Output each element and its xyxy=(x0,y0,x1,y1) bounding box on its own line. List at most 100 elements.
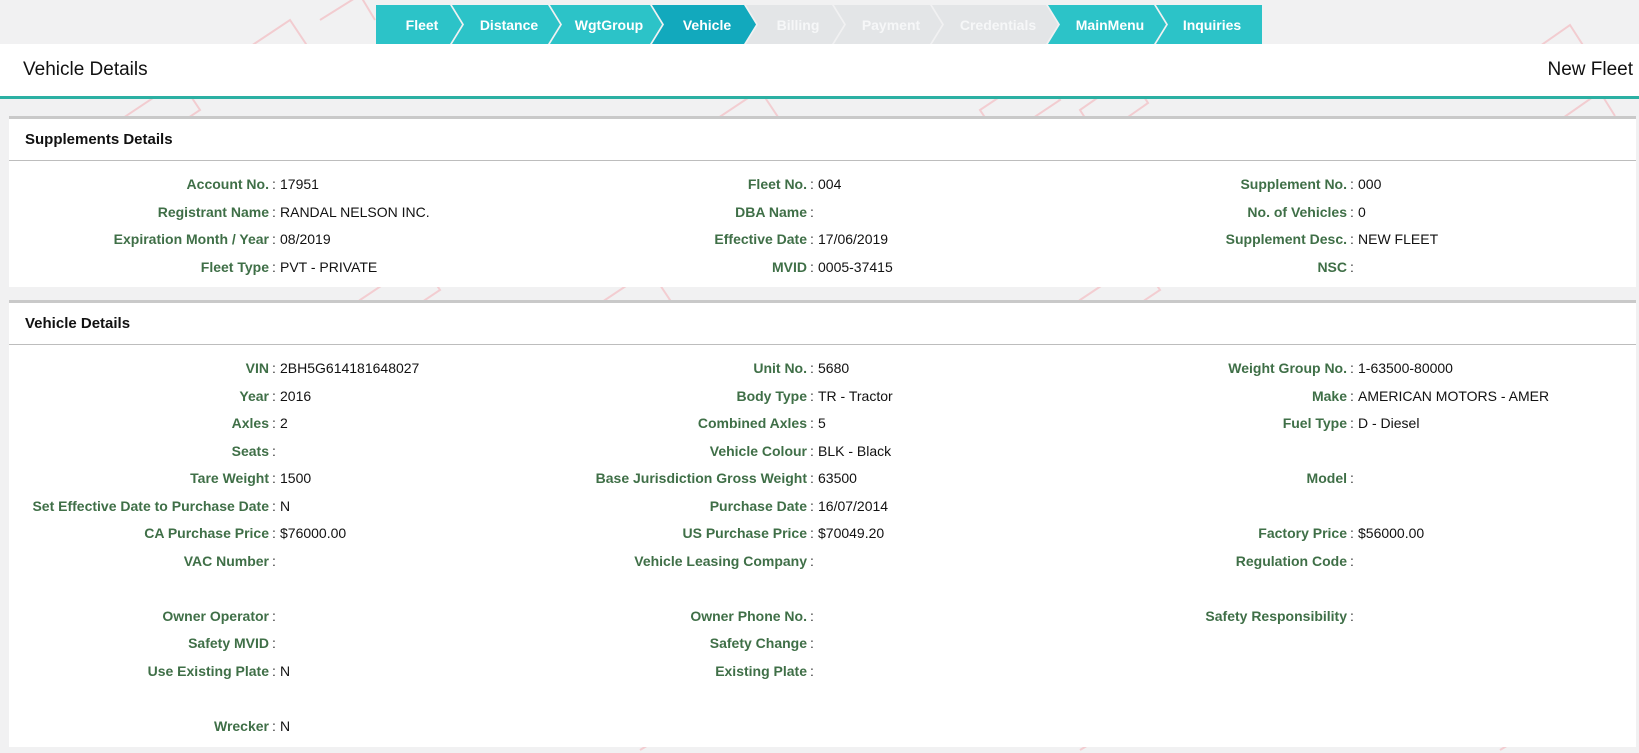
separator: : xyxy=(272,415,276,431)
wizard-step-label: WgtGroup xyxy=(574,16,644,33)
wizard-step-label: Credentials xyxy=(959,16,1037,33)
supplement-no-value: 000 xyxy=(1358,176,1382,192)
page-title: Vehicle Details xyxy=(23,59,148,80)
fleet-no-label: Fleet No. xyxy=(747,176,807,192)
field-row: Expiration Month / Year:08/2019 Effective… xyxy=(9,228,1636,250)
set-effective-date-to-purchase-date-label: Set Effective Date to Purchase Date xyxy=(32,497,269,514)
fuel-type-value: D - Diesel xyxy=(1358,415,1420,431)
page-header: Vehicle Details New Fleet xyxy=(0,44,1639,99)
unit-no-value: 5680 xyxy=(818,360,850,376)
separator: : xyxy=(272,662,276,679)
expiration-month-year-label: Expiration Month / Year xyxy=(113,231,269,247)
use-existing-plate-value: N xyxy=(280,662,291,679)
wizard-step-distance[interactable]: Distance xyxy=(452,5,560,44)
year-value: 2016 xyxy=(280,387,312,404)
field-row: Year:2016 Body Type: TR - Tractor Make: AMER… xyxy=(9,385,1636,407)
field-row: Account No.:17951 Fleet No.:004 Supplement… xyxy=(9,173,1636,195)
separator: : xyxy=(272,442,276,459)
wizard-step-fleet[interactable]: Fleet xyxy=(376,5,462,44)
dba-name-label: DBA Name xyxy=(735,203,807,220)
no-of-vehicles-label: No. of Vehicles xyxy=(1247,203,1347,220)
registrant-name-label: Registrant Name xyxy=(157,203,269,220)
separator: : xyxy=(1350,387,1354,404)
set-effective-date-to-purchase-date-value: N xyxy=(280,497,291,514)
separator: : xyxy=(810,525,814,541)
nsc-label: NSC xyxy=(1317,258,1347,275)
separator: : xyxy=(810,203,814,220)
supplements-panel: Supplements Details Account No.:17951 Fle… xyxy=(9,116,1636,287)
wizard-step-payment: Payment xyxy=(834,5,942,44)
separator: : xyxy=(272,552,276,569)
fuel-type-label: Fuel Type xyxy=(1282,415,1347,431)
wizard-step-label: Distance xyxy=(479,16,539,33)
tare-weight-label: Tare Weight xyxy=(190,470,269,486)
separator: : xyxy=(810,607,814,624)
us-purchase-price-value: $70049.20 xyxy=(818,525,885,541)
separator: : xyxy=(810,387,814,404)
vehicle-panel-title: Vehicle Details xyxy=(9,303,1636,345)
combined-axles-value: 5 xyxy=(818,415,826,431)
wizard-step-label: MainMenu xyxy=(1075,16,1145,33)
safety-mvid-label: Safety MVID xyxy=(188,635,269,651)
ca-purchase-price-value: $76000.00 xyxy=(280,525,347,541)
field-row: Fleet Type: PVT - PRIVATE MVID:0005-37415 N… xyxy=(9,256,1636,278)
wizard-step-vehicle[interactable]: Vehicle xyxy=(652,5,756,44)
combined-axles-label: Combined Axles xyxy=(697,415,807,431)
safety-change-label: Safety Change xyxy=(709,635,807,651)
mvid-label: MVID xyxy=(772,258,807,275)
owner-phone-no-label: Owner Phone No. xyxy=(690,607,807,624)
wizard-step-inquiries[interactable]: Inquiries xyxy=(1156,5,1262,44)
vac-number-label: VAC Number xyxy=(183,552,269,569)
year-label: Year xyxy=(239,387,269,404)
vin-label: VIN xyxy=(245,360,269,376)
account-no-label: Account No. xyxy=(186,176,269,192)
separator: : xyxy=(810,552,814,569)
field-row: Owner Operator: Owner Phone No.: Safety Re… xyxy=(9,605,1636,627)
separator: : xyxy=(272,176,276,192)
registrant-name-value: RANDAL NELSON INC. xyxy=(280,203,430,220)
fleet-no-value: 004 xyxy=(818,176,842,192)
fleet-type-value: PVT - PRIVATE xyxy=(280,258,378,275)
body-type-label: Body Type xyxy=(736,387,807,404)
separator: : xyxy=(272,360,276,376)
safety-responsibility-label: Safety Responsibility xyxy=(1205,607,1347,624)
vehicle-panel: Vehicle Details VIN:2BH5G614181648027 Uni… xyxy=(9,300,1636,747)
no-of-vehicles-value: 0 xyxy=(1358,203,1366,220)
field-row: VIN:2BH5G614181648027 Unit No.:5680 Weight… xyxy=(9,357,1636,379)
field-row: Wrecker: N xyxy=(9,715,1636,737)
body-type-value: TR - Tractor xyxy=(818,387,893,404)
us-purchase-price-label: US Purchase Price xyxy=(682,525,807,541)
existing-plate-label: Existing Plate xyxy=(715,662,807,679)
separator: : xyxy=(1350,470,1354,486)
tare-weight-value: 1500 xyxy=(280,470,312,486)
base-jurisdiction-gross-weight-value: 63500 xyxy=(818,470,857,486)
model-label: Model xyxy=(1306,470,1347,486)
base-jurisdiction-gross-weight-label: Base Jurisdiction Gross Weight xyxy=(595,470,807,486)
wizard-step-label: Inquiries xyxy=(1182,16,1242,33)
vehicle-colour-value: BLK - Black xyxy=(818,442,892,459)
separator: : xyxy=(1350,231,1354,247)
separator: : xyxy=(810,415,814,431)
field-row: CA Purchase Price: $76000.00 US Purchase P… xyxy=(9,522,1636,544)
separator: : xyxy=(272,470,276,486)
separator: : xyxy=(810,176,814,192)
regulation-code-label: Regulation Code xyxy=(1235,552,1347,569)
field-row: Set Effective Date to Purchase Date: N Pur… xyxy=(9,495,1636,517)
separator: : xyxy=(272,635,276,651)
separator: : xyxy=(1350,258,1354,275)
wizard-step-wgtgroup[interactable]: WgtGroup xyxy=(550,5,662,44)
separator: : xyxy=(272,607,276,624)
separator: : xyxy=(810,635,814,651)
field-row: Registrant Name: RANDAL NELSON INC. DBA Na… xyxy=(9,201,1636,223)
mvid-value: 0005-37415 xyxy=(818,258,893,275)
account-no-value: 17951 xyxy=(280,176,319,192)
separator: : xyxy=(272,203,276,220)
purchase-date-label: Purchase Date xyxy=(709,497,807,514)
separator: : xyxy=(272,525,276,541)
separator: : xyxy=(810,497,814,514)
wrecker-value: N xyxy=(280,717,291,734)
separator: : xyxy=(272,717,276,734)
separator: : xyxy=(1350,415,1354,431)
wizard-step-mainmenu[interactable]: MainMenu xyxy=(1048,5,1166,44)
vehicle-colour-label: Vehicle Colour xyxy=(709,442,807,459)
